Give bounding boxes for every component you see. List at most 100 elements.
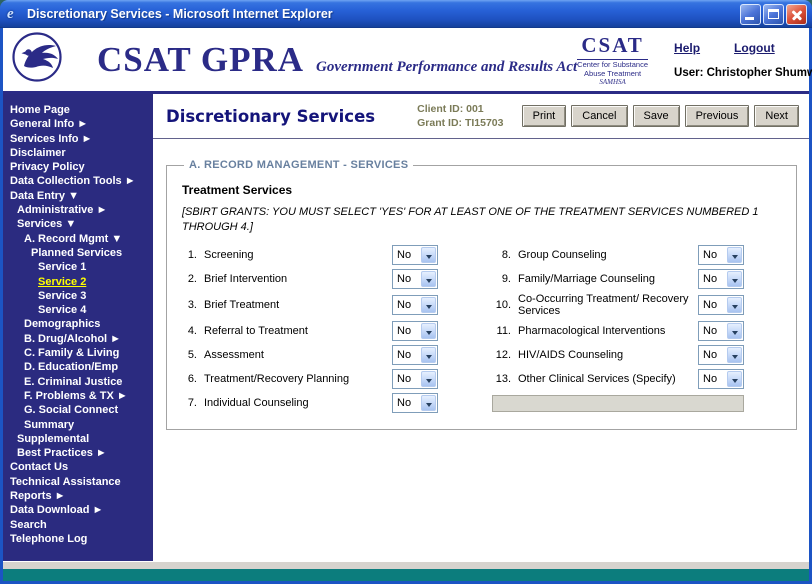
services-table: 1.ScreeningNo8.Group CounselingNo2.Brief…: [182, 243, 746, 415]
service-select-cell: No: [390, 391, 444, 415]
chevron-down-icon: [727, 297, 742, 313]
help-link[interactable]: Help: [674, 41, 700, 55]
page-title: Discretionary Services: [166, 107, 375, 126]
column-spacer: [444, 243, 490, 267]
chevron-down-icon: [421, 297, 436, 313]
column-spacer: [444, 267, 490, 291]
sidebar-item-f-problems-tx[interactable]: F. Problems & TX ►: [3, 389, 153, 403]
sidebar-item-privacy-policy[interactable]: Privacy Policy: [3, 160, 153, 174]
sidebar-nav: Home PageGeneral Info ►Services Info ►Di…: [3, 94, 153, 561]
sidebar-item-technical-assistance[interactable]: Technical Assistance: [3, 475, 153, 489]
logout-link[interactable]: Logout: [734, 41, 775, 55]
service-label: Treatment/Recovery Planning: [202, 367, 390, 391]
column-spacer: [444, 343, 490, 367]
sidebar-item-e-criminal-justice[interactable]: E. Criminal Justice: [3, 375, 153, 389]
service-label: Pharmacological Interventions: [516, 319, 696, 343]
csat-logo-line1: Center for Substance: [577, 60, 648, 69]
sidebar-item-service-4[interactable]: Service 4: [3, 303, 153, 317]
chevron-down-icon: [421, 247, 436, 263]
dropdown-value: No: [699, 296, 726, 314]
group-counseling-dropdown[interactable]: No: [698, 245, 744, 265]
close-button[interactable]: [786, 4, 807, 25]
service-number: 8.: [490, 243, 516, 267]
sidebar-item-service-3[interactable]: Service 3: [3, 289, 153, 303]
dropdown-value: No: [393, 370, 420, 388]
sidebar-item-telephone-log[interactable]: Telephone Log: [3, 532, 153, 546]
print-button[interactable]: Print: [522, 105, 567, 127]
sidebar-item-a-record-mgmt[interactable]: A. Record Mgmt ▼: [3, 232, 153, 246]
dropdown-value: No: [699, 322, 726, 340]
save-button[interactable]: Save: [633, 105, 680, 127]
sidebar-item-g-social-connect[interactable]: G. Social Connect: [3, 403, 153, 417]
sidebar-item-administrative[interactable]: Administrative ►: [3, 203, 153, 217]
sidebar-item-data-download[interactable]: Data Download ►: [3, 503, 153, 517]
sidebar-item-disclaimer[interactable]: Disclaimer: [3, 146, 153, 160]
sidebar-item-data-collection-tools[interactable]: Data Collection Tools ►: [3, 174, 153, 188]
service-row: 2.Brief InterventionNo9.Family/Marriage …: [182, 267, 746, 291]
minimize-button[interactable]: [740, 4, 761, 25]
sidebar-item-best-practices[interactable]: Best Practices ►: [3, 446, 153, 460]
hiv-aids-counseling-dropdown[interactable]: No: [698, 345, 744, 365]
window-titlebar[interactable]: e Discretionary Services - Microsoft Int…: [0, 0, 812, 28]
sidebar-item-contact-us[interactable]: Contact Us: [3, 460, 153, 474]
client-grant-ids: Client ID: 001 Grant ID: TI15703: [417, 102, 503, 130]
column-spacer: [444, 367, 490, 391]
sidebar-item-summary[interactable]: Summary: [3, 418, 153, 432]
service-label: Referral to Treatment: [202, 319, 390, 343]
service-select-cell: No: [696, 343, 746, 367]
service-select-cell: No: [696, 319, 746, 343]
service-number: 2.: [182, 267, 202, 291]
sidebar-item-supplemental[interactable]: Supplemental: [3, 432, 153, 446]
brand-title: CSAT GPRA: [97, 42, 304, 77]
hhs-eagle-logo: [11, 31, 63, 88]
sidebar-item-services[interactable]: Services ▼: [3, 217, 153, 231]
sidebar-item-c-family-living[interactable]: C. Family & Living: [3, 346, 153, 360]
record-management-section: A. RECORD MANAGEMENT - SERVICES Treatmen…: [166, 159, 797, 430]
service-select-cell: No: [696, 267, 746, 291]
sidebar-item-service-2[interactable]: Service 2: [3, 275, 153, 289]
service-number: 11.: [490, 319, 516, 343]
dropdown-value: No: [393, 394, 420, 412]
toolbar: PrintCancel SavePreviousNext: [522, 105, 799, 127]
cancel-button[interactable]: Cancel: [571, 105, 627, 127]
service-select-cell: No: [390, 343, 444, 367]
csat-logo-line2: Abuse Treatment: [577, 69, 648, 78]
sidebar-item-d-education-emp[interactable]: D. Education/Emp: [3, 360, 153, 374]
brand: CSAT GPRA Government Performance and Res…: [97, 42, 577, 77]
family-marriage-counseling-dropdown[interactable]: No: [698, 269, 744, 289]
brief-intervention-dropdown[interactable]: No: [392, 269, 438, 289]
individual-counseling-dropdown[interactable]: No: [392, 393, 438, 413]
sidebar-item-reports[interactable]: Reports ►: [3, 489, 153, 503]
service-select-cell: No: [390, 243, 444, 267]
window-title: Discretionary Services - Microsoft Inter…: [27, 7, 740, 21]
service-row: 3.Brief TreatmentNo10.Co-Occurring Treat…: [182, 291, 746, 319]
sidebar-item-home-page[interactable]: Home Page: [3, 103, 153, 117]
other-clinical-services-specify-dropdown[interactable]: No: [698, 369, 744, 389]
user-label: User: Christopher Shumway: [666, 67, 812, 79]
service-label: Family/Marriage Counseling: [516, 267, 696, 291]
next-button[interactable]: Next: [754, 105, 799, 127]
grant-id: Grant ID: TI15703: [417, 116, 503, 130]
assessment-dropdown[interactable]: No: [392, 345, 438, 365]
brand-tagline: Government Performance and Results Act: [316, 59, 577, 76]
sidebar-item-services-info[interactable]: Services Info ►: [3, 132, 153, 146]
sidebar-item-service-1[interactable]: Service 1: [3, 260, 153, 274]
brief-treatment-dropdown[interactable]: No: [392, 295, 438, 315]
sidebar-item-data-entry[interactable]: Data Entry ▼: [3, 189, 153, 203]
csat-logo: CSAT Center for Substance Abuse Treatmen…: [577, 33, 648, 86]
sidebar-item-demographics[interactable]: Demographics: [3, 317, 153, 331]
co-occurring-treatment-recovery-services-dropdown[interactable]: No: [698, 295, 744, 315]
screening-dropdown[interactable]: No: [392, 245, 438, 265]
treatment-recovery-planning-dropdown[interactable]: No: [392, 369, 438, 389]
service-label: Individual Counseling: [202, 391, 390, 415]
sidebar-item-general-info[interactable]: General Info ►: [3, 117, 153, 131]
sidebar-item-planned-services[interactable]: Planned Services: [3, 246, 153, 260]
service-select-cell: No: [696, 291, 746, 319]
sidebar-item-b-drug-alcohol[interactable]: B. Drug/Alcohol ►: [3, 332, 153, 346]
client-id: Client ID: 001: [417, 102, 503, 116]
maximize-button[interactable]: [763, 4, 784, 25]
sidebar-item-search[interactable]: Search: [3, 518, 153, 532]
referral-to-treatment-dropdown[interactable]: No: [392, 321, 438, 341]
pharmacological-interventions-dropdown[interactable]: No: [698, 321, 744, 341]
previous-button[interactable]: Previous: [685, 105, 750, 127]
